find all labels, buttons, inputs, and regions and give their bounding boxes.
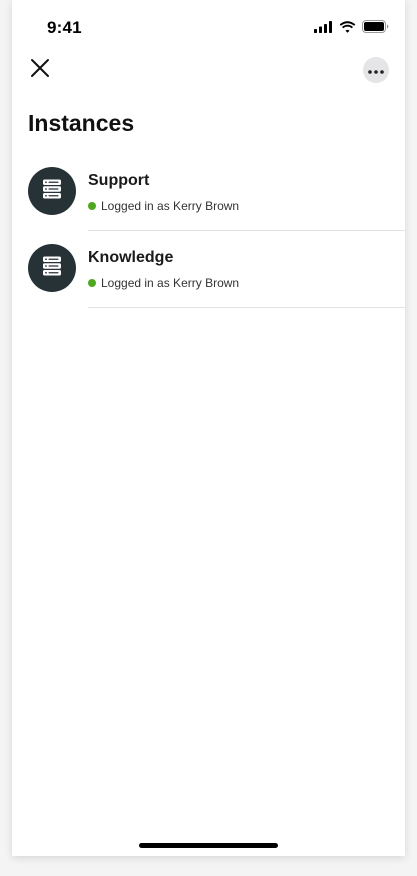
close-button[interactable] (26, 56, 54, 84)
more-options-button[interactable] (363, 57, 389, 83)
instance-name: Knowledge (88, 249, 174, 266)
signal-icon (314, 20, 333, 33)
home-indicator[interactable] (139, 843, 278, 848)
instance-item-knowledge[interactable]: Knowledge Logged in as Kerry Brown (12, 231, 405, 308)
page-title: Instances (28, 110, 135, 136)
phone-screen: 9:41 Instances Support Logged in as Kerr… (12, 0, 405, 856)
wifi-icon (339, 20, 356, 33)
more-icon (368, 61, 384, 79)
instance-status-text: Logged in as Kerry Brown (101, 199, 240, 213)
online-status-dot (88, 202, 96, 210)
battery-icon (362, 20, 389, 33)
status-bar: 9:41 (12, 0, 405, 54)
instance-avatar (28, 244, 76, 292)
instance-item-support[interactable]: Support Logged in as Kerry Brown (12, 154, 405, 231)
online-status-dot (88, 279, 96, 287)
instance-list: Support Logged in as Kerry Brown Knowled… (12, 154, 405, 308)
instance-status: Logged in as Kerry Brown (88, 276, 239, 290)
instance-status: Logged in as Kerry Brown (88, 199, 239, 213)
instance-avatar (28, 167, 76, 215)
divider (88, 307, 405, 308)
instance-status-text: Logged in as Kerry Brown (101, 276, 240, 290)
server-icon (41, 178, 63, 205)
close-icon (30, 58, 50, 83)
instance-name: Support (88, 172, 150, 189)
server-icon (41, 255, 63, 282)
status-icons (314, 20, 389, 33)
status-time: 9:41 (47, 18, 82, 37)
